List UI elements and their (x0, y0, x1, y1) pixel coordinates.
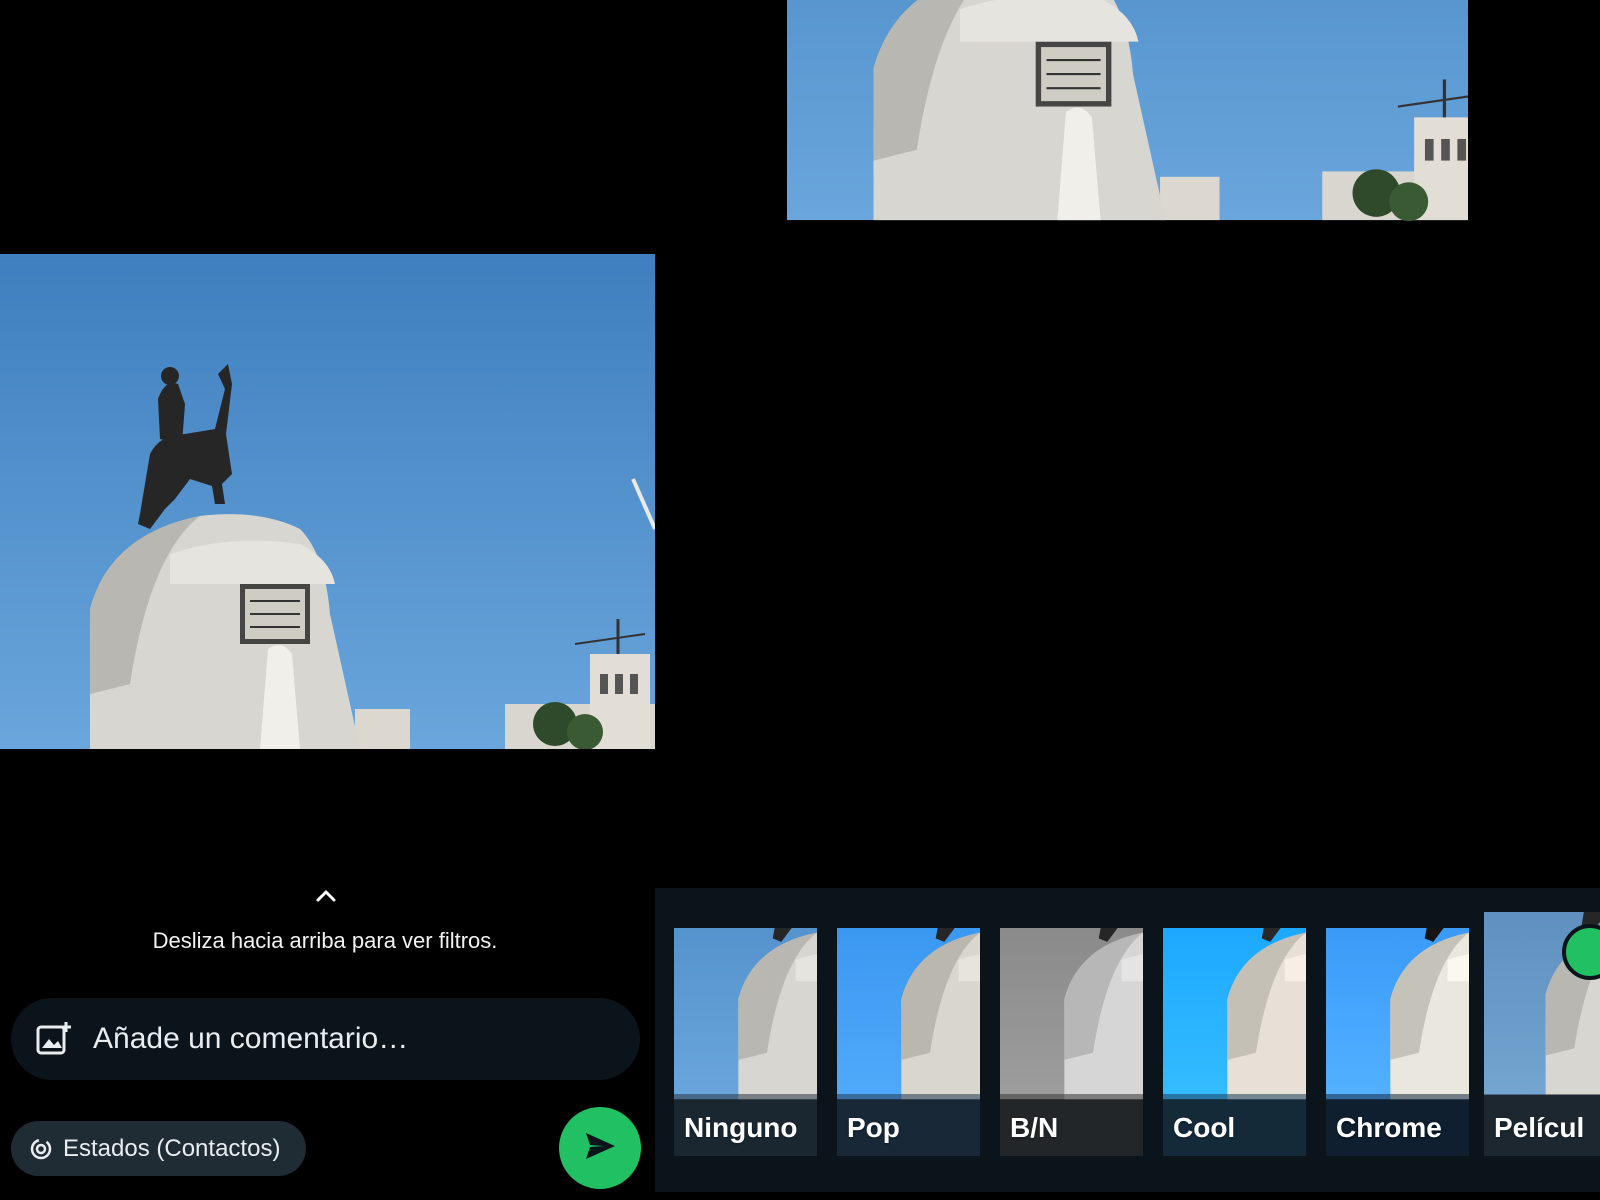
filter-label: Ninguno (684, 1112, 798, 1143)
filter-option-cool[interactable]: Cool (1163, 928, 1306, 1156)
filter-label: B/N (1010, 1112, 1059, 1143)
filter-option-ninguno[interactable]: Ninguno (674, 928, 817, 1156)
filter-label: Chrome (1336, 1112, 1442, 1143)
filter-label: Películ (1494, 1112, 1585, 1143)
swipe-hint-text: Desliza hacia arriba para ver filtros. (152, 928, 498, 953)
photo-preview-top (787, 0, 1468, 399)
filter-label: Pop (847, 1112, 900, 1143)
filter-label: Cool (1173, 1112, 1236, 1143)
add-photo-icon[interactable] (35, 1020, 73, 1058)
filter-option-pop[interactable]: Pop (837, 928, 980, 1156)
status-icon (29, 1137, 53, 1161)
filter-panel: Ninguno Pop B/N Cool Chrome Películ (655, 888, 1600, 1192)
photo-preview-main[interactable] (0, 254, 655, 749)
status-audience-label: Estados (Contactos) (63, 1134, 281, 1162)
comment-bar (11, 998, 640, 1080)
filter-option-bn[interactable]: B/N (1000, 928, 1143, 1156)
filter-option-chrome[interactable]: Chrome (1326, 928, 1469, 1156)
send-icon (582, 1128, 618, 1169)
send-button[interactable] (559, 1107, 641, 1189)
chevron-up-icon[interactable] (314, 884, 338, 908)
status-audience-button[interactable]: Estados (Contactos) (11, 1121, 306, 1176)
comment-input[interactable] (93, 1009, 640, 1069)
